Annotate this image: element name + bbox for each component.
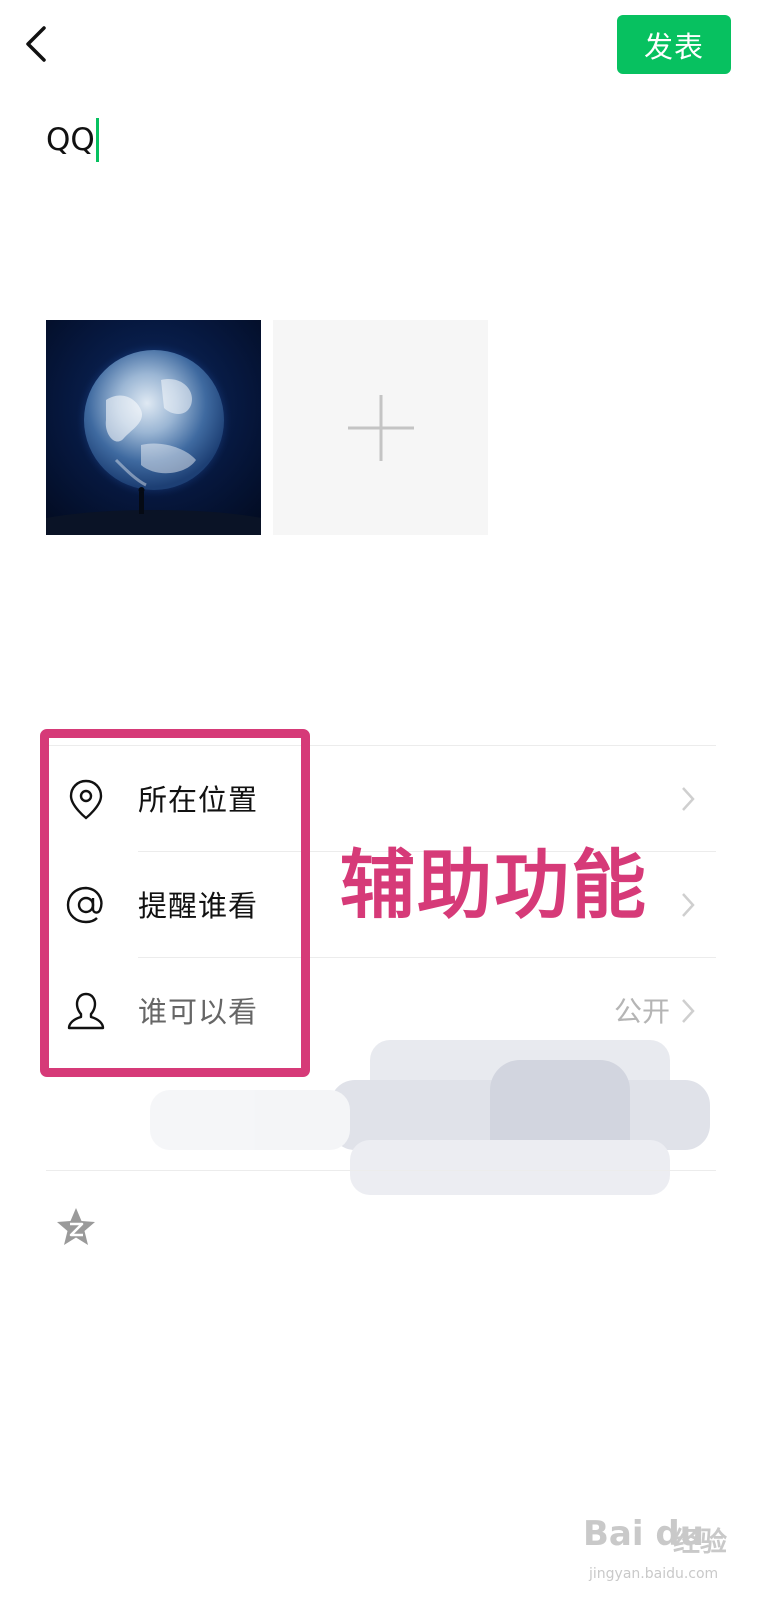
photo-thumbnail[interactable] [46, 320, 261, 535]
text-caret [95, 118, 99, 162]
divider-bottom [46, 1170, 716, 1171]
annotation-label: 辅助功能 [340, 841, 649, 929]
watermark-url: jingyan.baidu.com [589, 1566, 719, 1582]
post-text-value: QQ [46, 122, 95, 158]
annotation-highlight-box [40, 729, 310, 1077]
add-photo-button[interactable] [273, 320, 488, 535]
baidu-watermark: Bai du 经验 jingyan.baidu.com [583, 1508, 743, 1594]
qzone-sync-toggle[interactable] [54, 1205, 98, 1249]
chevron-right-icon [682, 999, 695, 1023]
option-value-visibility: 公开 [613, 995, 670, 1028]
post-button[interactable]: 发表 [617, 15, 731, 74]
watermark-brand: 经验 [673, 1527, 727, 1558]
plus-icon [347, 394, 414, 461]
back-button[interactable] [18, 22, 58, 66]
qzone-star-icon [57, 1208, 95, 1245]
chevron-left-icon [26, 26, 46, 62]
chevron-right-icon [682, 893, 695, 917]
post-text-input[interactable]: QQ [46, 118, 99, 162]
earth-photo-image [46, 342, 261, 535]
chevron-right-icon [682, 787, 695, 811]
